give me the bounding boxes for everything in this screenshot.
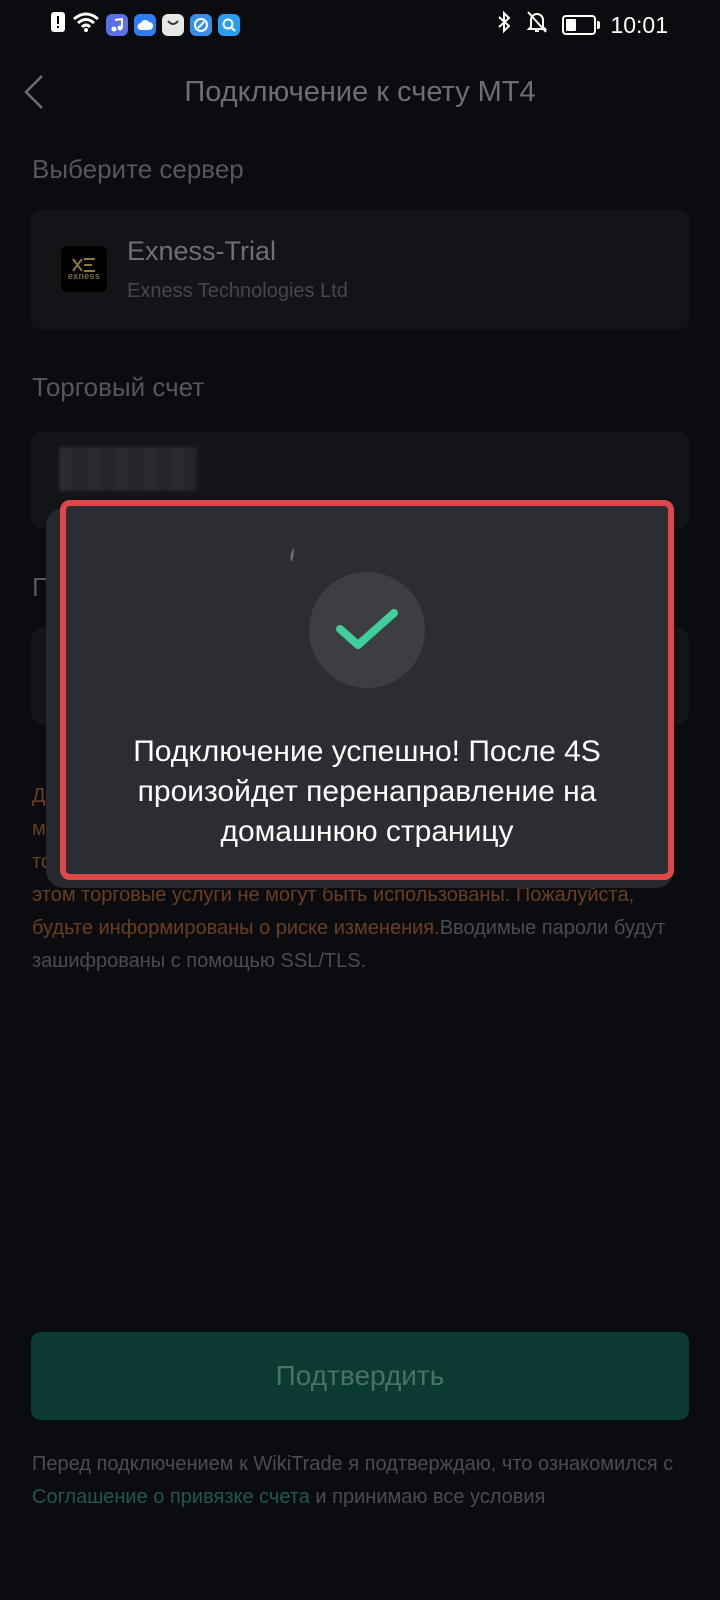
header: Подключение к счету MT4 — [0, 60, 720, 124]
page-title: Подключение к счету MT4 — [184, 76, 536, 108]
success-check-circle — [309, 572, 425, 688]
bell-off-icon — [526, 10, 548, 40]
account-binding-agreement-link[interactable]: Соглашение о привязке счета — [32, 1486, 310, 1508]
account-label: Торговый счет — [32, 372, 205, 402]
toast-message: Подключение успешно! После 4S произойдет… — [133, 735, 601, 848]
wifi-icon — [72, 11, 100, 38]
exness-logo: exness — [61, 246, 107, 292]
checkmark-icon — [336, 609, 398, 649]
toast-spinner-fragment — [290, 548, 294, 562]
status-bar-left — [50, 11, 240, 38]
bluetooth-icon — [496, 10, 512, 40]
alert-icon — [50, 11, 66, 38]
music-app-icon — [106, 13, 128, 36]
screen: 10:01 Подключение к счету MT4 Выберите с… — [0, 0, 720, 1600]
server-name: Exness-Trial — [127, 236, 277, 266]
confirm-button[interactable]: Подтвердить — [31, 1332, 689, 1420]
battery-icon — [562, 15, 601, 35]
agreement-suffix: и принимаю все условия — [309, 1486, 546, 1508]
account-number-redacted — [59, 447, 197, 491]
exness-logo-text: exness — [67, 271, 101, 281]
battery-level — [566, 19, 577, 31]
agreement-prefix: Перед подключением к WikiTrade я подтвер… — [32, 1453, 674, 1475]
success-toast: Подключение успешно! После 4S произойдет… — [60, 500, 674, 880]
agreement-text: Перед подключением к WikiTrade я подтвер… — [32, 1448, 682, 1514]
server-label: Выберите сервер — [32, 154, 244, 184]
status-bar: 10:01 — [0, 0, 720, 48]
server-company: Exness Technologies Ltd — [127, 280, 348, 302]
server-selector[interactable]: exness Exness-Trial Exness Technologies … — [31, 210, 689, 330]
cloud-app-icon — [134, 13, 156, 36]
search-app-icon — [218, 13, 240, 36]
bag-app-icon — [162, 13, 184, 36]
status-time: 10:01 — [610, 11, 668, 38]
browser-app-icon — [190, 13, 212, 36]
status-bar-right: 10:01 — [496, 10, 668, 40]
